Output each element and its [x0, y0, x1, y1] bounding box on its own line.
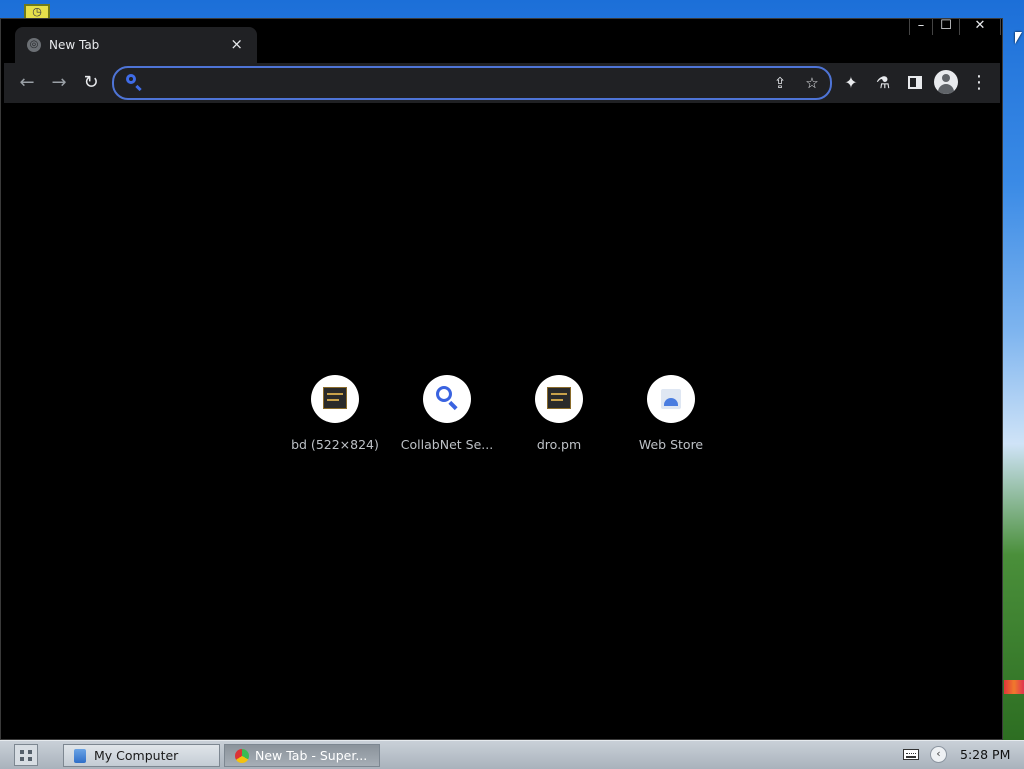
title-bar: ◎ New Tab × – ☐ ✕ [1, 19, 1002, 64]
start-menu-button[interactable] [14, 744, 38, 766]
back-button[interactable]: ← [15, 71, 39, 95]
shortcut-collabnet[interactable]: CollabNet Se... [391, 375, 503, 465]
shortcut-label: dro.pm [536, 437, 582, 452]
taskbar-item-my-computer[interactable]: My Computer [63, 744, 220, 767]
extensions-puzzle-icon[interactable]: ✦ [839, 71, 863, 95]
keyboard-icon[interactable] [903, 749, 919, 760]
shortcut-label: Web Store [638, 437, 704, 452]
tab-close-button[interactable]: × [230, 35, 243, 53]
minimize-button[interactable]: – [909, 19, 932, 35]
tab-new-tab[interactable]: ◎ New Tab × [15, 27, 257, 64]
taskbar-item-label: New Tab - Super... [255, 748, 368, 763]
browser-window: ◎ New Tab × – ☐ ✕ ← → ↻ ⇪ ☆ ✦ ⚗ ⋮ bd (52… [0, 18, 1003, 740]
taskbar-item-new-tab[interactable]: New Tab - Super... [224, 744, 380, 767]
tray-expand-icon[interactable]: ‹ [930, 746, 947, 763]
address-bar[interactable]: ⇪ ☆ [112, 66, 832, 100]
thumbnail-icon [323, 387, 347, 409]
address-input[interactable] [148, 72, 752, 96]
wallpaper-flowers [1004, 680, 1024, 694]
shortcut-tile [647, 375, 695, 423]
shortcut-tile [423, 375, 471, 423]
tab-title: New Tab [49, 38, 100, 52]
maximize-button[interactable]: ☐ [932, 19, 959, 35]
bookmark-star-icon[interactable]: ☆ [802, 73, 822, 93]
share-icon[interactable]: ⇪ [770, 73, 790, 93]
search-icon [126, 74, 136, 84]
shortcut-tile [535, 375, 583, 423]
close-window-button[interactable]: ✕ [959, 19, 1001, 35]
thumbnail-icon [547, 387, 571, 409]
browser-toolbar: ← → ↻ ⇪ ☆ ✦ ⚗ ⋮ [4, 63, 1000, 103]
shortcut-label: CollabNet Se... [400, 437, 494, 452]
shortcut-web-store[interactable]: Web Store [615, 375, 727, 465]
taskbar-item-label: My Computer [94, 748, 179, 763]
shortcut-label: bd (522×824) [291, 437, 379, 452]
shortcut-bd[interactable]: bd (522×824) [279, 375, 391, 465]
taskbar-clock[interactable]: 5:28 PM [960, 741, 1010, 768]
search-icon [436, 386, 452, 402]
side-panel-icon[interactable] [903, 71, 927, 95]
shortcut-tile [311, 375, 359, 423]
new-tab-page: bd (522×824) CollabNet Se... dro.pm Web … [1, 103, 1002, 739]
globe-icon: ◎ [27, 38, 41, 52]
taskbar: My Computer New Tab - Super... ‹ 5:28 PM [0, 740, 1024, 769]
labs-flask-icon[interactable]: ⚗ [871, 71, 895, 95]
browser-icon [235, 749, 249, 763]
mouse-cursor-icon [1015, 32, 1022, 44]
kebab-menu-icon[interactable]: ⋮ [967, 71, 991, 95]
web-store-icon [661, 389, 681, 409]
forward-button[interactable]: → [47, 71, 71, 95]
profile-avatar-icon[interactable] [934, 70, 958, 94]
reload-button[interactable]: ↻ [79, 71, 103, 95]
computer-icon [74, 749, 86, 763]
shortcut-dro-pm[interactable]: dro.pm [503, 375, 615, 465]
